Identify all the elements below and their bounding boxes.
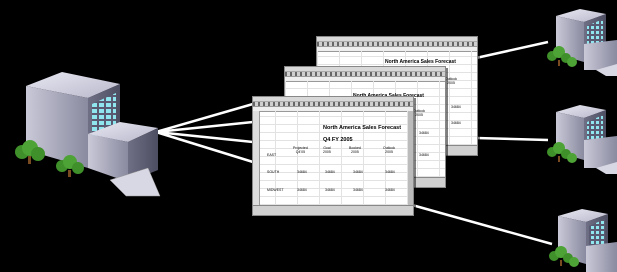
connector-sheet-to-branch-3 (411, 203, 553, 246)
sheet-3-col-label: Outlook 2005 (445, 77, 458, 85)
spreadsheet-document-icon: North America Sales Forecast Q4 FY 2005 … (252, 96, 414, 216)
sheet-1-scrollbar (408, 111, 413, 205)
sheet-1-cell: 34684 (385, 188, 395, 192)
branch-office-icon (547, 9, 617, 76)
sheet-1-cell: 34684 (353, 188, 363, 192)
sheet-1-cell: 34684 (353, 170, 363, 174)
sheet-2-col-label: Outlook 2005 (413, 109, 426, 117)
sheet-2-value: 34684 (419, 131, 429, 135)
sheet-3-value: 34684 (451, 105, 461, 109)
office-building-icon (15, 72, 161, 197)
connector-sheet-to-branch-1 (475, 40, 549, 60)
sheet-1-cell: 34684 (297, 188, 307, 192)
distribution-diagram: North America Sales Forecast Outlook 200… (0, 0, 617, 272)
branch-office-icon (549, 209, 617, 272)
sheet-3-value: 34684 (451, 121, 461, 125)
sheet-1-row-label: EAST (267, 153, 277, 157)
sheet-2-value: 34684 (419, 153, 429, 157)
sheet-1-row-label: MIDWEST (267, 188, 284, 192)
sheet-3-title: North America Sales Forecast (385, 59, 456, 65)
branch-2-annex (584, 136, 617, 168)
sheet-1-col-label: Goal 2005 (323, 146, 331, 154)
sheet-1-row-header (253, 111, 260, 205)
sheet-1-subtitle: Q4 FY 2005 (323, 137, 353, 143)
sheet-1-cell: 34684 (385, 170, 395, 174)
sheet-1-title: North America Sales Forecast (323, 125, 402, 131)
sheet-1-cell: 34684 (325, 170, 335, 174)
sheet-1-cell: 34684 (325, 188, 335, 192)
connector-sheet-to-branch-2 (475, 136, 549, 142)
sheet-1-cell: 34684 (297, 170, 307, 174)
sheet-1-col-label: Projected Q4'05 (293, 146, 308, 154)
sheet-1-col-label: Booked 2005 (349, 146, 361, 154)
sheet-1-status-bar (253, 205, 413, 215)
branch-office-icon (547, 105, 617, 174)
sheet-1-row-label: SOUTH (267, 170, 280, 174)
sheet-1-col-label: Outlook 2005 (383, 146, 396, 154)
hq-annex-front (88, 134, 128, 182)
branch-3-annex (586, 242, 617, 272)
